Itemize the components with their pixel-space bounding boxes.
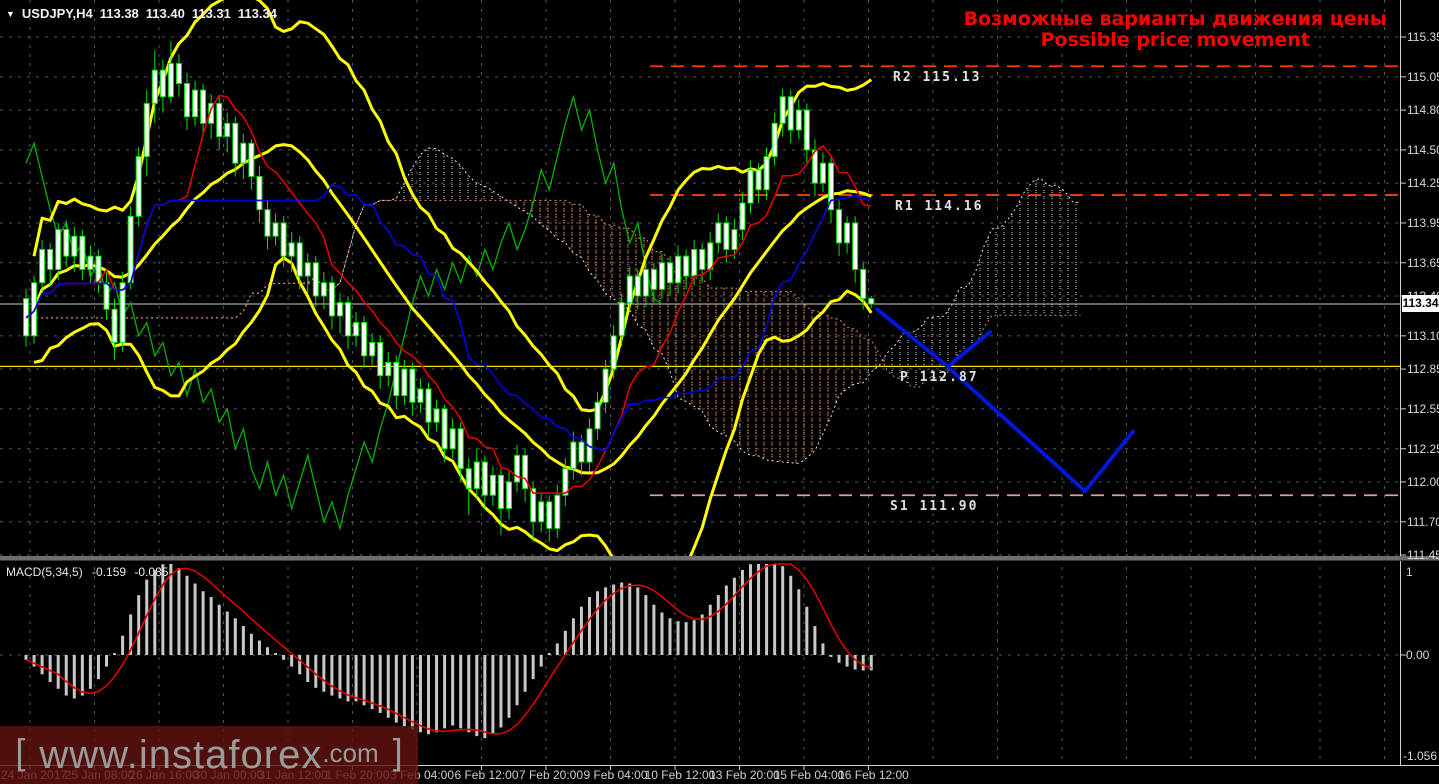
price-tick-label: 113.65 bbox=[1407, 255, 1439, 270]
price-tick-label: 111.70 bbox=[1407, 514, 1439, 529]
symbol-period: USDJPY,H4 bbox=[21, 6, 93, 21]
macd-name: MACD(5,34,5) bbox=[6, 565, 83, 579]
price-tick-label: 114.25 bbox=[1407, 176, 1439, 191]
pivot-label-R1: R1 114.16 bbox=[895, 199, 984, 215]
ohlc-high: 113.40 bbox=[145, 6, 185, 21]
main-chart-layer bbox=[0, 0, 1400, 556]
macd-axis-min-label: -1.056 bbox=[1403, 749, 1438, 763]
symbol-dropdown-arrow-icon[interactable]: ▼ bbox=[6, 9, 15, 19]
macd-axis-top-label: 1 bbox=[1406, 565, 1413, 579]
price-tick-label: 113.95 bbox=[1407, 215, 1439, 230]
chart-window: ▼ USDJPY,H4 113.38 113.40 113.31 113.34 Возмо… bbox=[0, 0, 1439, 784]
time-axis-border bbox=[0, 765, 1439, 766]
chart-canvas[interactable] bbox=[0, 0, 1439, 784]
annotation-text: Возможные варианты движения цены Possibl… bbox=[964, 9, 1387, 51]
projection-line bbox=[948, 367, 1135, 494]
price-axis-border bbox=[1400, 0, 1401, 765]
price-tick-label: 115.35 bbox=[1407, 30, 1439, 44]
macd-signal-line bbox=[25, 563, 872, 735]
date-label: 16 Feb 12:00 bbox=[838, 768, 909, 782]
ichimoku-cloud bbox=[509, 200, 888, 464]
macd-axis-zero-label: 0.00 bbox=[1406, 648, 1430, 662]
macd-value: -0.159 bbox=[92, 565, 127, 579]
macd-label: MACD(5,34,5) -0.159 -0.085 bbox=[6, 565, 168, 579]
pivot-label-R2: R2 115.13 bbox=[893, 70, 982, 86]
time-axis[interactable]: 24 Jan 2017 25 Jan 08:00 26 Jan 16:00 30 Ja… bbox=[0, 766, 1439, 784]
price-tick-label: 112.85 bbox=[1407, 362, 1439, 377]
price-tick-label: 112.55 bbox=[1407, 401, 1439, 416]
pivot-label-P: P 112.87 bbox=[900, 370, 979, 386]
price-tick-label: 114.80 bbox=[1407, 103, 1439, 118]
annotation-line-en: Possible price movement bbox=[1040, 29, 1310, 51]
pivot-label-S1: S1 111.90 bbox=[890, 499, 979, 515]
macd-signal-value: -0.085 bbox=[134, 565, 169, 579]
title-bar: ▼ USDJPY,H4 113.38 113.40 113.31 113.34 bbox=[6, 6, 277, 21]
price-tick-label: 112.00 bbox=[1407, 474, 1439, 489]
price-tick-label: 111.45 bbox=[1407, 547, 1439, 562]
ohlc-low: 113.31 bbox=[191, 6, 231, 21]
current-price-tag: 113.34 bbox=[1402, 295, 1439, 312]
ohlc-open: 113.38 bbox=[99, 6, 139, 21]
macd-panel-layer bbox=[24, 563, 873, 739]
panel-separator-shadow bbox=[0, 560, 1439, 561]
price-tick-label: 115.05 bbox=[1407, 69, 1439, 84]
price-tick-label: 112.25 bbox=[1407, 441, 1439, 456]
ohlc-close: 113.34 bbox=[237, 6, 277, 21]
senkou-a-line bbox=[26, 147, 1081, 464]
annotation-line-ru: Возможные варианты движения цены bbox=[963, 8, 1387, 30]
price-tick-label: 114.50 bbox=[1407, 142, 1439, 157]
price-tick-label: 113.10 bbox=[1407, 328, 1439, 343]
